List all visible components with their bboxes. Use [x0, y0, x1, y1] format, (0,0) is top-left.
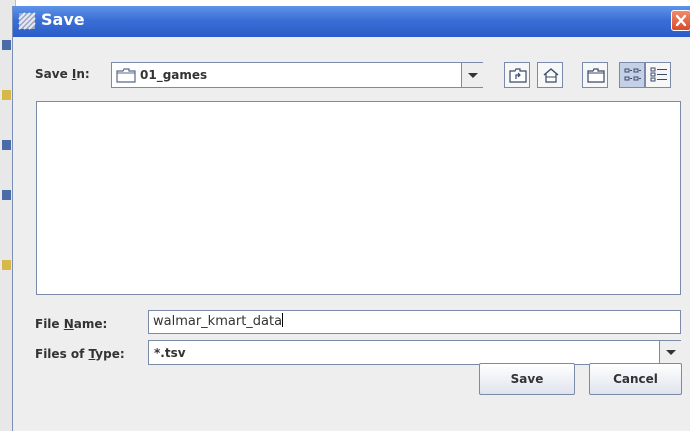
save-in-value: 01_games [140, 68, 208, 82]
file-type-value: *.tsv [154, 346, 186, 360]
file-name-input[interactable]: walmar_kmart_data [148, 310, 681, 334]
save-in-dropdown-button[interactable] [461, 63, 483, 87]
save-in-label: Save In: [35, 67, 90, 81]
up-one-level-icon [505, 67, 529, 83]
background-icon [2, 190, 11, 200]
background-icon [2, 90, 11, 100]
chevron-down-icon [462, 73, 484, 90]
text-caret [282, 313, 284, 327]
cancel-button[interactable]: Cancel [589, 363, 682, 395]
save-button[interactable]: Save [479, 363, 575, 395]
dialog-title: Save [41, 10, 85, 29]
up-one-level-button[interactable] [504, 62, 530, 88]
save-dialog: Save Save In: 01_games File Name: walmar… [12, 6, 690, 431]
close-icon [672, 11, 690, 30]
save-in-combo[interactable]: 01_games [111, 62, 483, 88]
file-name-label: File Name: [35, 317, 108, 331]
file-type-combo[interactable]: *.tsv [148, 340, 681, 365]
java-save-dialog-icon [18, 12, 36, 30]
details-view-button[interactable] [645, 62, 671, 88]
file-type-label: Files of Type: [35, 347, 125, 361]
home-icon [538, 67, 562, 83]
background-icon [2, 260, 11, 270]
home-button[interactable] [537, 62, 563, 88]
list-view-icon [620, 67, 644, 83]
close-button[interactable] [671, 10, 690, 31]
folder-icon [116, 68, 136, 86]
new-folder-button[interactable] [582, 62, 608, 88]
list-view-button[interactable] [619, 62, 645, 88]
details-view-icon [646, 67, 670, 83]
background-icon [2, 140, 11, 150]
file-list[interactable] [36, 101, 681, 295]
file-type-dropdown-button[interactable] [659, 341, 681, 364]
background-icon [2, 40, 11, 50]
title-bar[interactable]: Save [13, 6, 690, 37]
new-folder-icon [583, 67, 607, 83]
